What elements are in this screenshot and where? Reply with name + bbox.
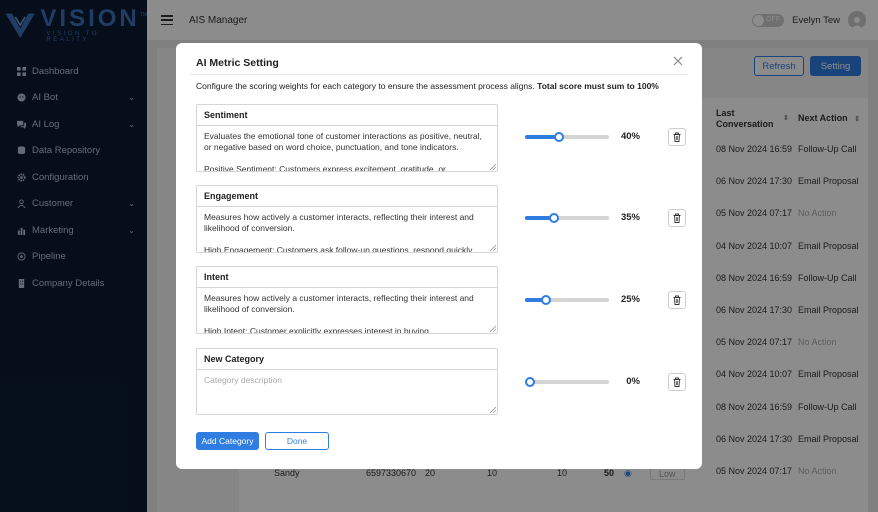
category-description: Evaluates the emotional tone of customer… [204,131,482,152]
category-name-field[interactable]: Engagement [197,186,497,207]
ai-metric-setting-dialog: AI Metric Setting Configure the scoring … [176,43,702,469]
weight-percent: 40% [620,131,640,142]
category-description: Measures how actively a customer interac… [204,293,474,314]
slider-thumb[interactable] [541,294,551,305]
category-card: New Category Category description [196,348,498,415]
category-description-extra: High Engagement: Customers ask follow-up… [204,245,475,252]
resize-handle-icon[interactable] [490,245,496,251]
weight-slider[interactable] [525,212,609,223]
delete-category-button[interactable] [668,291,686,309]
category-card: Sentiment Evaluates the emotional tone of… [196,104,498,172]
category-description-extra: Positive Sentiment: Customers express ex… [204,164,446,171]
category-name-field[interactable]: New Category [197,349,497,370]
weight-percent: 35% [620,212,640,223]
trash-icon [672,377,682,387]
trash-icon [672,295,682,305]
category-description: Measures how actively a customer interac… [204,212,474,233]
category-card: Engagement Measures how actively a custom… [196,185,498,253]
slider-thumb[interactable] [549,212,560,223]
resize-handle-icon[interactable] [490,326,496,332]
resize-handle-icon[interactable] [490,164,496,170]
category-description-extra: High Intent: Customer explicitly express… [204,326,429,333]
category-card: Intent Measures how actively a customer i… [196,266,498,334]
delete-category-button[interactable] [668,128,686,146]
category-description-field[interactable]: Measures how actively a customer interac… [197,207,497,252]
modal-description: Configure the scoring weights for each c… [196,81,659,91]
slider-thumb[interactable] [525,376,535,387]
description-emphasis: Total score must sum to 100% [537,81,659,91]
category-name-field[interactable]: Intent [197,267,497,288]
weight-percent: 0% [626,376,640,387]
resize-handle-icon[interactable] [490,407,496,413]
close-icon[interactable] [672,55,684,67]
delete-category-button[interactable] [668,209,686,227]
add-category-button[interactable]: Add Category [196,432,259,450]
category-description-field[interactable]: Measures how actively a customer interac… [197,288,497,333]
category-description-field[interactable]: Category description [197,370,497,414]
trash-icon [672,213,682,223]
weight-slider[interactable] [525,131,609,142]
weight-slider[interactable] [525,376,609,387]
modal-title: AI Metric Setting [196,57,279,69]
slider-thumb[interactable] [553,131,564,142]
category-description-field[interactable]: Evaluates the emotional tone of customer… [197,126,497,171]
delete-category-button[interactable] [668,373,686,391]
done-button[interactable]: Done [265,432,329,450]
weight-slider[interactable] [525,294,609,305]
category-name-field[interactable]: Sentiment [197,105,497,126]
trash-icon [672,132,682,142]
divider [190,74,688,75]
weight-percent: 25% [620,294,640,305]
